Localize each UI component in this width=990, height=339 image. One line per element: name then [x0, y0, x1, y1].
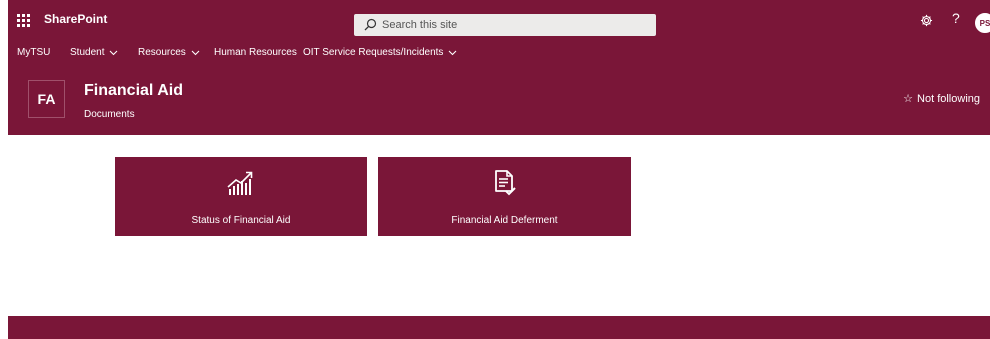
nav-item-oit-service-requests[interactable]: OIT Service Requests/Incidents — [303, 47, 457, 58]
tile-label: Financial Aid Deferment — [451, 215, 558, 226]
hub-navigation: MyTSU Student Resources Human Resources … — [8, 40, 990, 67]
nav-item-student[interactable]: Student — [70, 47, 118, 58]
nav-item-label: Student — [70, 47, 105, 58]
search-box[interactable] — [354, 14, 656, 36]
search-input[interactable] — [382, 17, 642, 33]
nav-item-label: MyTSU — [17, 47, 51, 58]
nav-item-mytsu[interactable]: MyTSU — [17, 47, 50, 58]
page-footer — [8, 316, 990, 339]
site-header: FA Financial Aid Documents ☆ Not followi… — [8, 66, 990, 135]
site-title[interactable]: Financial Aid — [84, 82, 183, 100]
page-frame-left — [0, 0, 8, 339]
nav-item-label: Resources — [138, 47, 186, 58]
follow-label: Not following — [917, 92, 980, 105]
nav-item-human-resources[interactable]: Human Resources — [214, 47, 297, 58]
settings-gear-icon[interactable] — [920, 14, 933, 27]
app-launcher-icon[interactable] — [14, 11, 32, 29]
document-check-icon — [494, 170, 516, 196]
search-icon — [364, 18, 377, 31]
chevron-down-icon — [110, 50, 118, 55]
chevron-down-icon — [191, 50, 200, 55]
site-logo[interactable]: FA — [28, 80, 65, 118]
sharepoint-page: SharePoint ? PS MyTSU Student — [8, 0, 990, 339]
nav-item-resources[interactable]: Resources — [138, 47, 200, 58]
tile-financial-aid-deferment[interactable]: Financial Aid Deferment — [378, 157, 631, 236]
tile-label: Status of Financial Aid — [191, 215, 291, 226]
help-icon[interactable]: ? — [952, 10, 960, 26]
follow-button[interactable]: ☆ Not following — [903, 92, 980, 106]
nav-item-label: OIT Service Requests/Incidents — [303, 47, 444, 58]
tile-status-of-financial-aid[interactable]: Status of Financial Aid — [115, 157, 367, 236]
chevron-down-icon — [449, 50, 457, 55]
app-name[interactable]: SharePoint — [44, 12, 107, 26]
user-avatar[interactable]: PS — [974, 12, 990, 34]
growth-chart-icon — [227, 171, 253, 195]
suite-bar: SharePoint ? PS — [8, 0, 990, 40]
nav-item-label: Human Resources — [214, 47, 297, 58]
site-nav-documents[interactable]: Documents — [84, 109, 135, 120]
star-outline-icon: ☆ — [903, 93, 914, 105]
